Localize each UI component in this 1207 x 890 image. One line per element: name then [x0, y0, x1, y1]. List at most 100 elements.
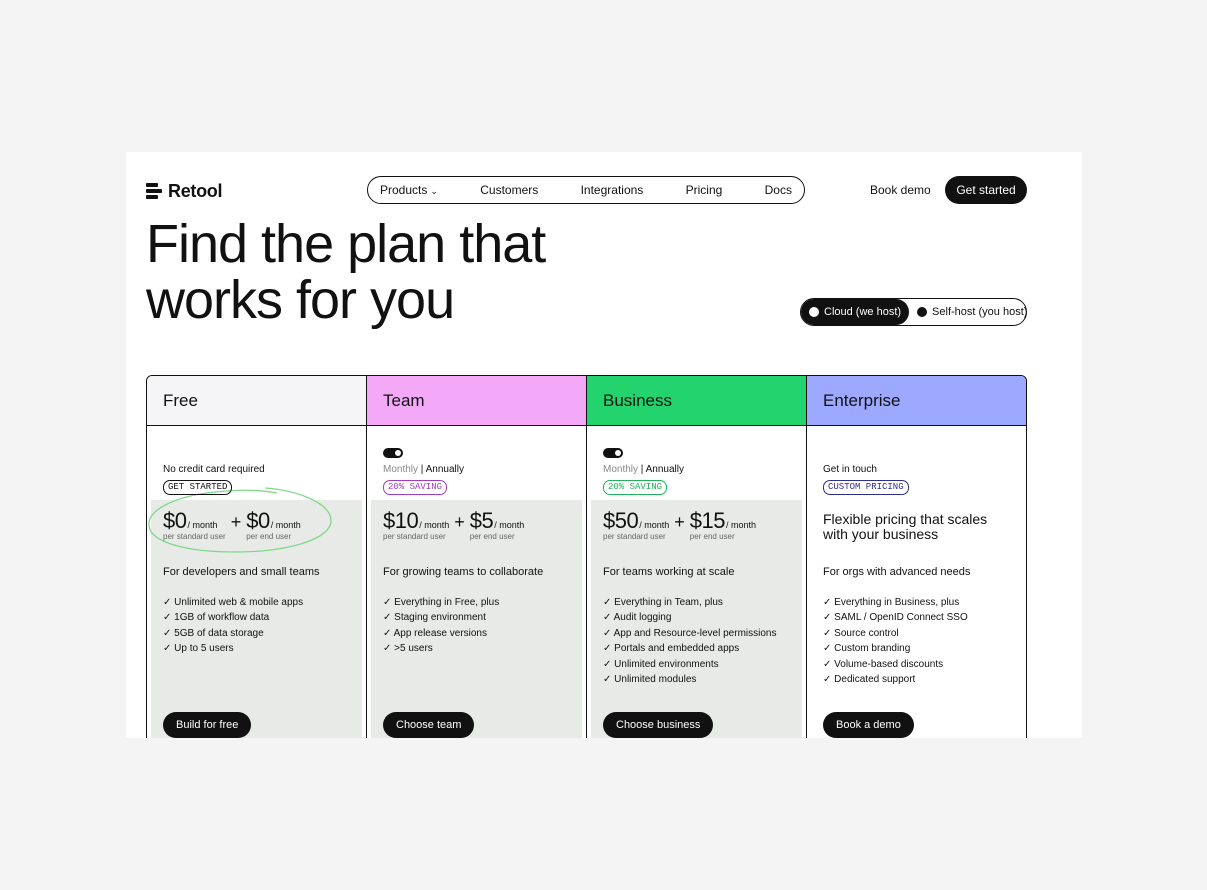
- price-unit: / month: [270, 520, 301, 530]
- feature-item: ✓ Audit logging: [603, 612, 672, 624]
- plan-name: Team: [383, 390, 425, 410]
- feature-list: ✓ Everything in Business, plus ✓ SAML / …: [823, 595, 968, 687]
- book-a-demo-button[interactable]: Book a demo: [823, 712, 914, 738]
- price-row: $0 / month per standard user + $0 / mont…: [163, 508, 301, 541]
- page-title-line-2: works for you: [146, 270, 455, 330]
- plan-header: Business: [587, 376, 806, 426]
- billing-toggle[interactable]: [603, 448, 623, 458]
- plan-header: Enterprise: [807, 376, 1026, 426]
- feature-item: ✓ Staging environment: [383, 612, 486, 624]
- price-caption: per end user: [469, 532, 515, 541]
- feature-item: ✓ Up to 5 users: [163, 643, 234, 655]
- feature-item: ✓ Unlimited web & mobile apps: [163, 597, 304, 608]
- hosting-option-label: Self-host (you host): [932, 306, 1028, 318]
- build-for-free-button[interactable]: Build for free: [163, 712, 252, 738]
- book-demo-link[interactable]: Book demo: [870, 183, 931, 197]
- choose-business-button[interactable]: Choose business: [603, 712, 714, 738]
- feature-item: ✓ SAML / OpenID Connect SSO: [823, 612, 968, 624]
- cloud-icon: [809, 307, 819, 317]
- choose-team-button[interactable]: Choose team: [383, 712, 475, 738]
- price-caption: per end user: [689, 532, 735, 541]
- nav-item-customers[interactable]: Customers: [480, 183, 538, 197]
- plan-badge: 20% SAVING: [603, 480, 668, 495]
- price-unit: / month: [187, 520, 218, 530]
- page-title-line-1: Find the plan that: [146, 214, 546, 274]
- feature-item: ✓ Everything in Business, plus: [823, 597, 960, 608]
- plan-business: Business Monthly | Annually 20% SAVING $…: [587, 376, 807, 738]
- plan-note: Get in touch: [823, 464, 877, 475]
- plan-note: No credit card required: [163, 464, 265, 475]
- plan-name: Enterprise: [823, 390, 901, 410]
- plus-sign: +: [230, 512, 242, 532]
- price-caption: per standard user: [603, 532, 666, 541]
- price-row: $50 / month per standard user + $15 / mo…: [603, 508, 756, 541]
- plan-enterprise: Enterprise Get in touch CUSTOM PRICING F…: [807, 376, 1026, 738]
- feature-item: ✓ Everything in Team, plus: [603, 597, 723, 608]
- nav-item-integrations[interactable]: Integrations: [581, 183, 644, 197]
- plan-body: Monthly | Annually 20% SAVING $10 / mont…: [367, 426, 586, 738]
- price-end-user: $0: [246, 508, 270, 533]
- plan-tagline: For teams working at scale: [603, 566, 735, 578]
- price-caption: per end user: [246, 532, 292, 541]
- feature-item: ✓ Unlimited environments: [603, 658, 719, 670]
- plan-team: Team Monthly | Annually 20% SAVING $10 /…: [367, 376, 587, 738]
- price-unit: / month: [639, 520, 670, 530]
- plan-badge: GET STARTED: [163, 480, 233, 495]
- chevron-down-icon: ⌄: [430, 186, 438, 196]
- feature-item: ✓ 1GB of workflow data: [163, 612, 270, 624]
- feature-item: ✓ >5 users: [383, 643, 433, 655]
- feature-item: ✓ Source control: [823, 627, 899, 639]
- pricing-description: Flexible pricing that scales with your b…: [823, 511, 988, 542]
- price-standard-user: $10: [383, 508, 419, 533]
- price-end-user: $15: [689, 508, 726, 533]
- page-title: Find the plan that works for you: [146, 216, 646, 328]
- plan-tagline: For orgs with advanced needs: [823, 566, 971, 578]
- plan-body: Get in touch CUSTOM PRICING Flexible pri…: [807, 426, 1026, 738]
- price-caption: per standard user: [383, 532, 446, 541]
- brand-name: Retool: [168, 180, 223, 201]
- plan-tagline: For growing teams to collaborate: [383, 566, 544, 578]
- main-nav: Products ⌄ Customers Integrations Pricing…: [367, 176, 805, 204]
- feature-list: ✓ Everything in Free, plus ✓ Staging env…: [383, 595, 499, 657]
- feature-item: ✓ Volume-based discounts: [823, 658, 944, 670]
- plan-header: Free: [147, 376, 366, 426]
- plan-name: Free: [163, 390, 198, 410]
- price-unit: / month: [725, 520, 756, 530]
- get-started-button[interactable]: Get started: [945, 176, 1027, 204]
- plan-name: Business: [603, 390, 672, 410]
- price-unit: / month: [494, 520, 525, 530]
- feature-item: ✓ Portals and embedded apps: [603, 643, 740, 655]
- plus-sign: +: [674, 512, 685, 532]
- retool-logo[interactable]: Retool: [146, 180, 223, 202]
- plan-body: Monthly | Annually 20% SAVING $50 / mont…: [587, 426, 806, 738]
- price-unit: / month: [419, 520, 450, 530]
- billing-label: Monthly | Annually: [383, 464, 464, 475]
- pricing-grid: Free No credit card required GET STARTED…: [146, 375, 1027, 738]
- feature-item: ✓ App and Resource-level permissions: [603, 627, 777, 639]
- hosting-option-self-host[interactable]: Self-host (you host): [909, 299, 1035, 325]
- feature-list: ✓ Everything in Team, plus ✓ Audit loggi…: [603, 595, 776, 687]
- plan-tagline: For developers and small teams: [163, 566, 320, 578]
- feature-item: ✓ 5GB of data storage: [163, 627, 264, 639]
- page-frame: Retool Products ⌄ Customers Integrations …: [126, 152, 1082, 738]
- plan-badge: 20% SAVING: [383, 480, 448, 495]
- nav-item-pricing[interactable]: Pricing: [686, 183, 723, 197]
- price-caption: per standard user: [163, 532, 226, 541]
- billing-label: Monthly | Annually: [603, 464, 684, 475]
- nav-item-docs[interactable]: Docs: [765, 183, 792, 197]
- plan-header: Team: [367, 376, 586, 426]
- nav-item-products[interactable]: Products ⌄: [380, 183, 438, 197]
- hosting-option-cloud[interactable]: Cloud (we host): [801, 299, 910, 325]
- feature-item: ✓ App release versions: [383, 627, 487, 639]
- plus-sign: +: [454, 512, 465, 532]
- plan-free: Free No credit card required GET STARTED…: [147, 376, 367, 738]
- plan-body: No credit card required GET STARTED $0 /…: [147, 426, 366, 738]
- feature-item: ✓ Dedicated support: [823, 674, 916, 686]
- feature-item: ✓ Everything in Free, plus: [383, 597, 500, 608]
- plan-badge: CUSTOM PRICING: [823, 480, 909, 495]
- server-icon: [917, 307, 928, 317]
- billing-toggle[interactable]: [383, 448, 403, 458]
- feature-item: ✓ Unlimited modules: [603, 674, 697, 686]
- retool-logo-icon: [146, 183, 162, 199]
- feature-item: ✓ Custom branding: [823, 643, 911, 655]
